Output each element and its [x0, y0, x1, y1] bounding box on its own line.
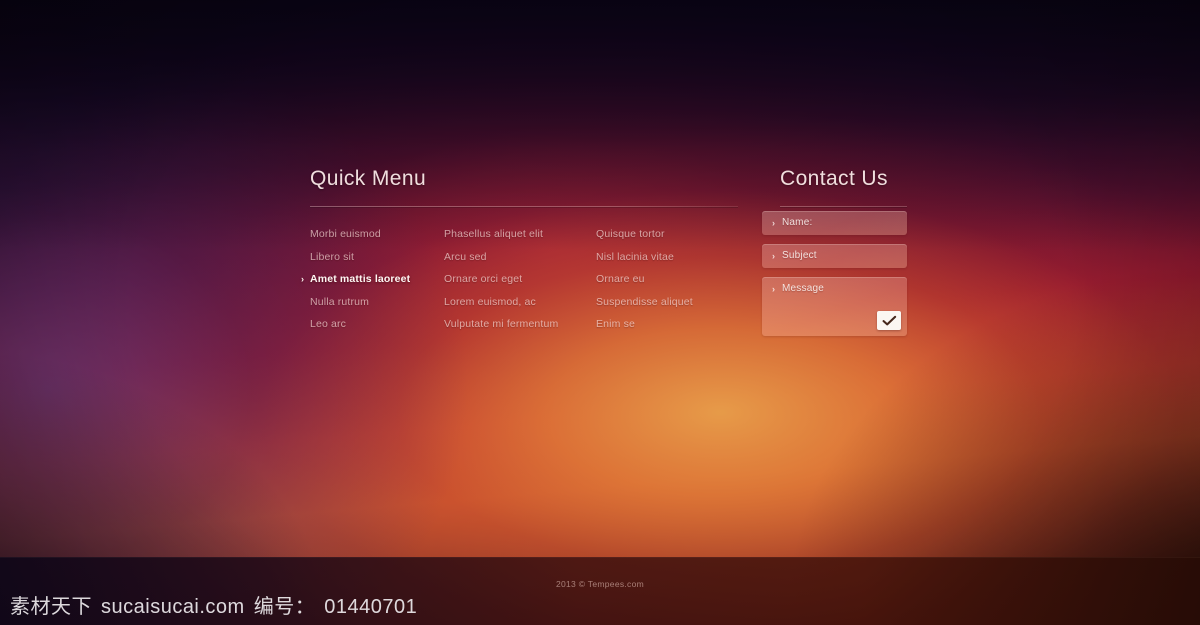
- subject-field[interactable]: › Subject: [762, 244, 907, 268]
- name-field[interactable]: › Name:: [762, 211, 907, 235]
- quick-menu-item[interactable]: Phasellus aliquet elit: [444, 223, 596, 246]
- quick-menu-item[interactable]: Vulputate mi fermentum: [444, 313, 596, 336]
- message-field[interactable]: › Message: [762, 277, 907, 336]
- footer-copyright: 2013 © Tempees.com: [555, 579, 645, 589]
- quick-menu-item-label: Lorem euismod, ac: [444, 295, 536, 308]
- message-field-label: Message: [782, 283, 824, 294]
- chevron-right-icon: ›: [772, 218, 775, 228]
- quick-menu-columns: Morbi euismod Libero sit › Amet mattis l…: [301, 223, 738, 336]
- quick-menu-item[interactable]: Libero sit: [310, 246, 444, 269]
- quick-menu-item-label: Enim se: [596, 318, 635, 330]
- contact-us-divider: [780, 206, 907, 207]
- quick-menu-column-3: Quisque tortor Nisl lacinia vitae Ornare…: [596, 223, 738, 336]
- quick-menu-item-label: Morbi euismod: [310, 228, 381, 240]
- quick-menu-divider: [310, 206, 738, 207]
- page-content: Quick Menu Morbi euismod Libero sit › Am…: [0, 0, 1200, 625]
- quick-menu-item-label: Suspendisse aliquet: [596, 295, 693, 308]
- chevron-right-icon: ›: [772, 284, 775, 294]
- subject-field-label: Subject: [782, 250, 817, 261]
- quick-menu-item[interactable]: Arcu sed: [444, 246, 596, 269]
- watermark-code: 01440701: [324, 596, 418, 618]
- submit-button[interactable]: [877, 311, 901, 330]
- quick-menu-item-label: Ornare eu: [596, 273, 645, 285]
- checkmark-icon: [882, 315, 897, 327]
- quick-menu-item-active[interactable]: › Amet mattis laoreet: [301, 268, 444, 291]
- quick-menu-item[interactable]: Leo arc: [310, 313, 444, 336]
- contact-us-section: Contact Us › Name: › Subject › Message: [762, 166, 907, 336]
- quick-menu-item[interactable]: Nulla rutrum: [310, 291, 444, 314]
- quick-menu-item-label: Quisque tortor: [596, 228, 665, 240]
- quick-menu-item[interactable]: Ornare eu: [596, 268, 738, 291]
- quick-menu-item-label: Amet mattis laoreet: [310, 273, 411, 285]
- quick-menu-item-label: Ornare orci eget: [444, 273, 523, 285]
- watermark-code-label: 编号：: [253, 596, 316, 618]
- quick-menu-item-label: Arcu sed: [444, 250, 487, 263]
- quick-menu-item-label: Nulla rutrum: [310, 295, 369, 308]
- stock-watermark: 素材天下 sucaisucai.com 编号： 01440701: [10, 590, 417, 619]
- chevron-right-icon: ›: [772, 251, 775, 261]
- quick-menu-item-label: Libero sit: [310, 250, 355, 263]
- contact-us-title: Contact Us: [780, 167, 888, 190]
- watermark-brand: 素材天下: [10, 596, 92, 618]
- quick-menu-item[interactable]: Enim se: [596, 313, 738, 336]
- watermark-site: sucaisucai.com: [101, 596, 245, 618]
- chevron-right-icon: ›: [301, 274, 305, 284]
- quick-menu-item-label: Leo arc: [310, 318, 347, 330]
- quick-menu-title: Quick Menu: [310, 167, 427, 190]
- quick-menu-column-1: Morbi euismod Libero sit › Amet mattis l…: [301, 223, 444, 336]
- quick-menu-item-label: Vulputate mi fermentum: [444, 318, 559, 330]
- quick-menu-item[interactable]: Lorem euismod, ac: [444, 291, 596, 314]
- quick-menu-item[interactable]: Ornare orci eget: [444, 268, 596, 291]
- quick-menu-item-label: Nisl lacinia vitae: [596, 250, 674, 263]
- name-field-label: Name:: [782, 217, 813, 228]
- quick-menu-item[interactable]: Nisl lacinia vitae: [596, 246, 738, 269]
- quick-menu-item-label: Phasellus aliquet elit: [444, 228, 544, 240]
- quick-menu-column-2: Phasellus aliquet elit Arcu sed Ornare o…: [444, 223, 596, 336]
- quick-menu-item[interactable]: Suspendisse aliquet: [596, 291, 738, 314]
- page-stage: Quick Menu Morbi euismod Libero sit › Am…: [0, 0, 1200, 625]
- quick-menu-item[interactable]: Quisque tortor: [596, 223, 738, 246]
- quick-menu-section: Quick Menu Morbi euismod Libero sit › Am…: [301, 166, 738, 336]
- contact-form: › Name: › Subject › Message: [762, 211, 907, 336]
- quick-menu-item[interactable]: Morbi euismod: [310, 223, 444, 246]
